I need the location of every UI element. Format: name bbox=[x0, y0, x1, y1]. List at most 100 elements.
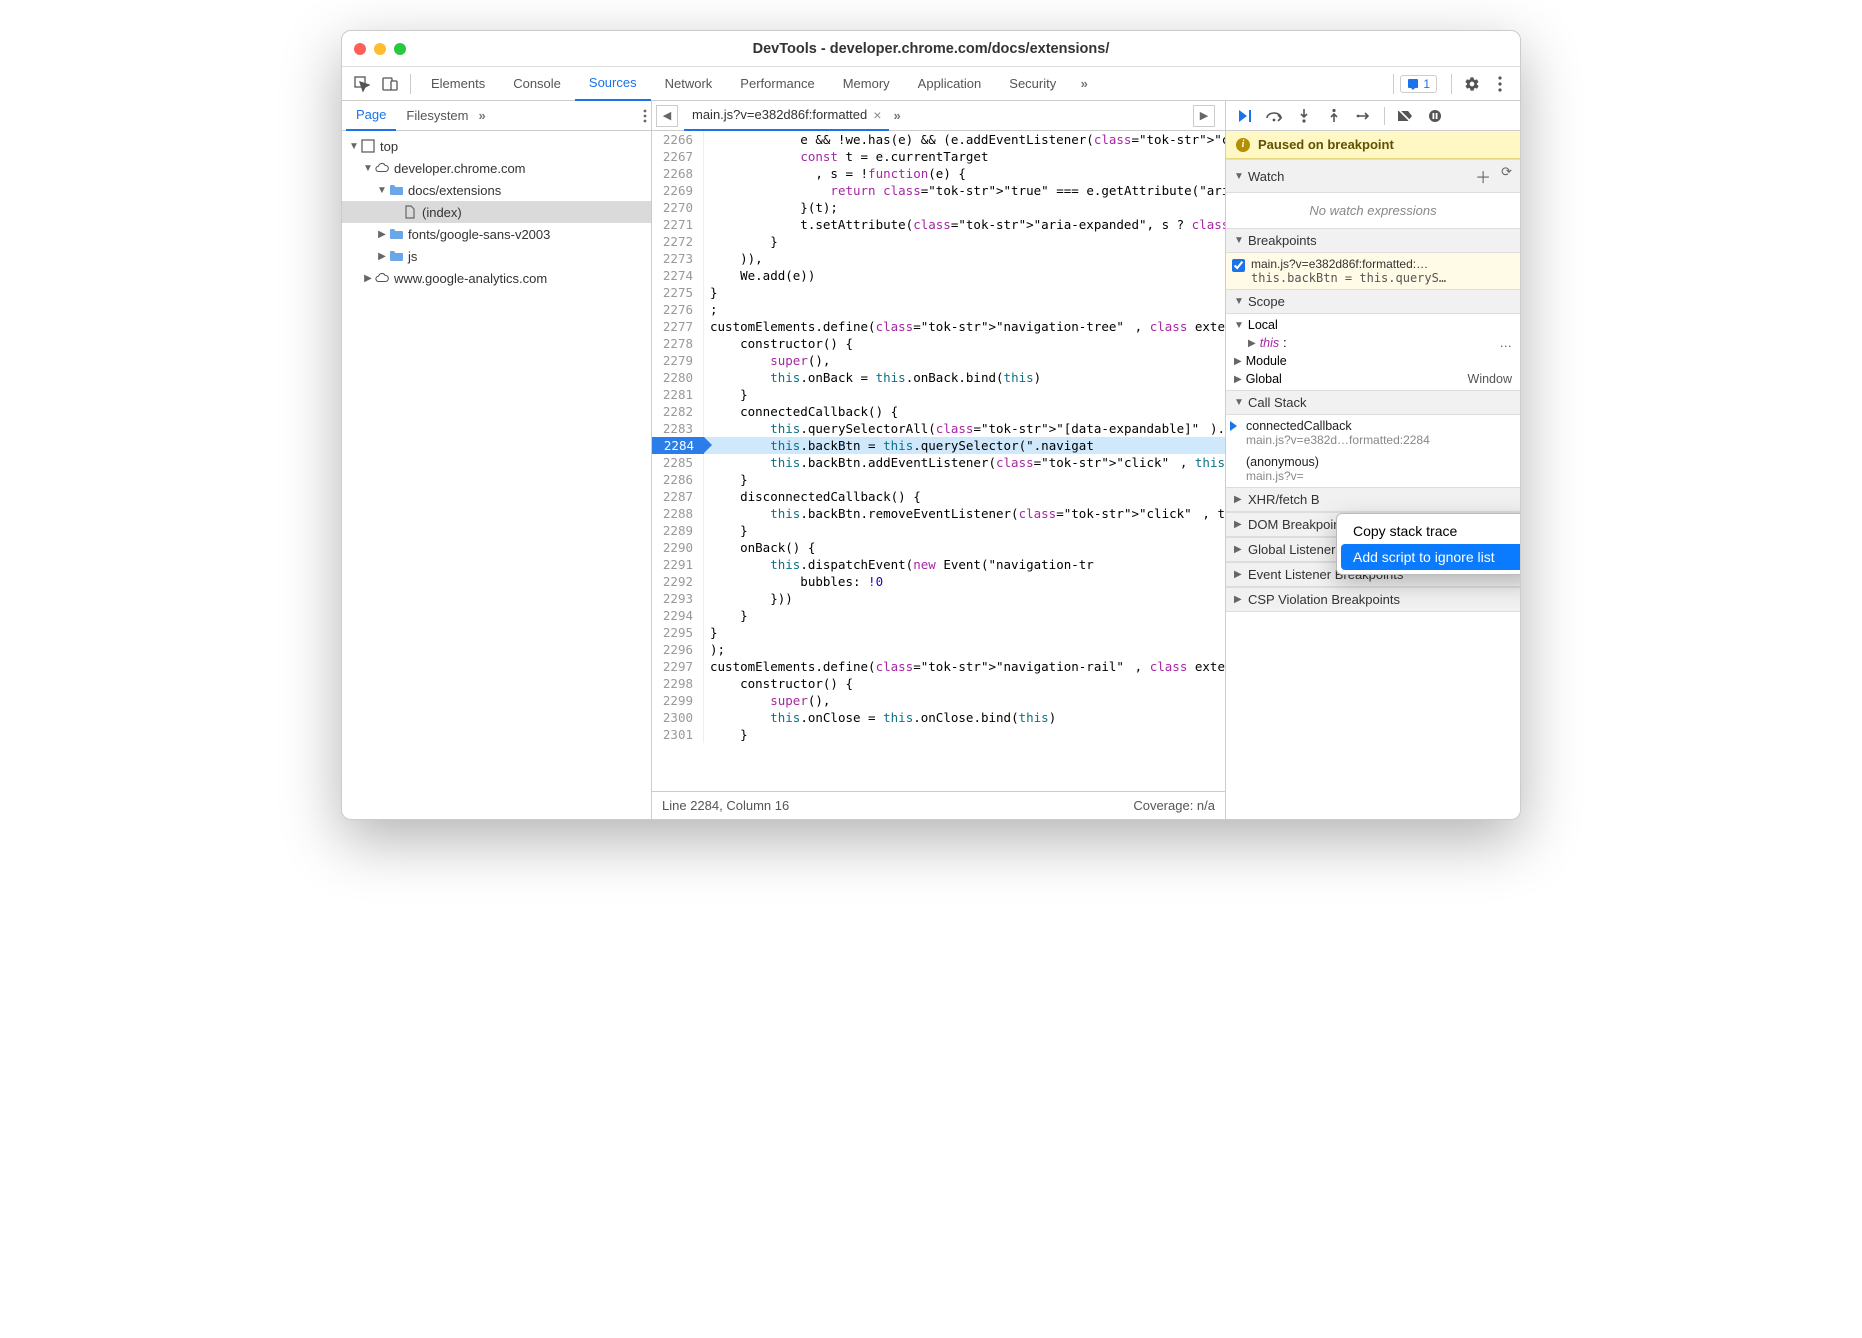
issues-icon bbox=[1407, 78, 1419, 90]
callstack-item[interactable]: (anonymous) main.js?v= bbox=[1226, 451, 1520, 487]
code-line[interactable]: 2274 We.add(e)) bbox=[652, 267, 1225, 284]
more-navigator-tabs-icon[interactable]: » bbox=[479, 108, 486, 123]
main-tab-elements[interactable]: Elements bbox=[417, 67, 499, 101]
breakpoints-header[interactable]: ▼Breakpoints bbox=[1226, 228, 1520, 253]
main-tab-security[interactable]: Security bbox=[995, 67, 1070, 101]
code-line[interactable]: 2292 bubbles: !0 bbox=[652, 573, 1225, 590]
code-line[interactable]: 2269 return class="tok-str">"true" === e… bbox=[652, 182, 1225, 199]
code-line[interactable]: 2273 )), bbox=[652, 250, 1225, 267]
xhr-header[interactable]: ▶XHR/fetch B bbox=[1226, 487, 1520, 512]
scope-local[interactable]: ▼Local bbox=[1234, 316, 1512, 334]
tree-origin-chrome[interactable]: ▼developer.chrome.com bbox=[342, 157, 651, 179]
breakpoint-checkbox[interactable] bbox=[1232, 259, 1245, 272]
code-editor[interactable]: 2266 e && !we.has(e) && (e.addEventListe… bbox=[652, 131, 1225, 791]
nav-back-icon[interactable]: ◀ bbox=[656, 105, 678, 127]
navigator-menu-icon[interactable] bbox=[643, 109, 647, 123]
scope-module[interactable]: ▶Module bbox=[1234, 352, 1512, 370]
more-tabs-icon[interactable]: » bbox=[1070, 71, 1098, 97]
nav-forward-icon[interactable]: ▶ bbox=[1193, 105, 1215, 127]
code-line[interactable]: 2270 }(t); bbox=[652, 199, 1225, 216]
code-line[interactable]: 2279 super(), bbox=[652, 352, 1225, 369]
scope-list: ▼Local ▶this:… ▶Module ▶GlobalWindow bbox=[1226, 314, 1520, 390]
code-line[interactable]: 2268 , s = !function(e) { bbox=[652, 165, 1225, 182]
main-tab-application[interactable]: Application bbox=[904, 67, 996, 101]
devtools-window: DevTools - developer.chrome.com/docs/ext… bbox=[341, 30, 1521, 820]
step-icon[interactable] bbox=[1354, 106, 1374, 126]
code-line[interactable]: 2285 this.backBtn.addEventListener(class… bbox=[652, 454, 1225, 471]
code-line[interactable]: 2267 const t = e.currentTarget bbox=[652, 148, 1225, 165]
navigator-tab-filesystem[interactable]: Filesystem bbox=[396, 101, 478, 131]
code-line[interactable]: 2289 } bbox=[652, 522, 1225, 539]
main-tab-performance[interactable]: Performance bbox=[726, 67, 828, 101]
main-tab-sources[interactable]: Sources bbox=[575, 67, 651, 101]
inspect-icon[interactable] bbox=[348, 71, 376, 97]
pause-exceptions-icon[interactable] bbox=[1425, 106, 1445, 126]
tree-folder-docs[interactable]: ▼docs/extensions bbox=[342, 179, 651, 201]
code-line[interactable]: 2299 super(), bbox=[652, 692, 1225, 709]
info-icon: i bbox=[1236, 138, 1250, 152]
deactivate-breakpoints-icon[interactable] bbox=[1395, 106, 1415, 126]
code-line[interactable]: 2294 } bbox=[652, 607, 1225, 624]
context-menu-copy-stack[interactable]: Copy stack trace bbox=[1341, 518, 1521, 544]
code-line[interactable]: 2300 this.onClose = this.onClose.bind(th… bbox=[652, 709, 1225, 726]
scope-header[interactable]: ▼Scope bbox=[1226, 289, 1520, 314]
file-tab[interactable]: main.js?v=e382d86f:formatted × bbox=[684, 101, 889, 131]
scope-this[interactable]: ▶this:… bbox=[1234, 334, 1512, 352]
tree-folder-js[interactable]: ▶js bbox=[342, 245, 651, 267]
code-line[interactable]: 2278 constructor() { bbox=[652, 335, 1225, 352]
file-tree[interactable]: ▼top ▼developer.chrome.com ▼docs/extensi… bbox=[342, 131, 651, 293]
code-line[interactable]: 2282 connectedCallback() { bbox=[652, 403, 1225, 420]
code-line[interactable]: 2301 } bbox=[652, 726, 1225, 743]
context-menu-ignore-script[interactable]: Add script to ignore list bbox=[1341, 544, 1521, 570]
main-tab-memory[interactable]: Memory bbox=[829, 67, 904, 101]
navigator-tab-page[interactable]: Page bbox=[346, 101, 396, 131]
refresh-watch-icon[interactable]: ⟳ bbox=[1501, 164, 1512, 188]
step-into-icon[interactable] bbox=[1294, 106, 1314, 126]
code-line[interactable]: 2291 this.dispatchEvent(new Event("navig… bbox=[652, 556, 1225, 573]
resume-icon[interactable] bbox=[1234, 106, 1254, 126]
main-tab-console[interactable]: Console bbox=[499, 67, 575, 101]
code-line[interactable]: 2295} bbox=[652, 624, 1225, 641]
tree-origin-analytics[interactable]: ▶www.google-analytics.com bbox=[342, 267, 651, 289]
step-out-icon[interactable] bbox=[1324, 106, 1344, 126]
code-line[interactable]: 2296); bbox=[652, 641, 1225, 658]
scope-global[interactable]: ▶GlobalWindow bbox=[1234, 370, 1512, 388]
callstack-header[interactable]: ▼Call Stack bbox=[1226, 390, 1520, 415]
code-line[interactable]: 2271 t.setAttribute(class="tok-str">"ari… bbox=[652, 216, 1225, 233]
code-line[interactable]: 2276; bbox=[652, 301, 1225, 318]
tree-folder-fonts[interactable]: ▶fonts/google-sans-v2003 bbox=[342, 223, 651, 245]
code-line[interactable]: 2284 this.backBtn = this.querySelector("… bbox=[652, 437, 1225, 454]
code-line[interactable]: 2272 } bbox=[652, 233, 1225, 250]
tree-top[interactable]: ▼top bbox=[342, 135, 651, 157]
device-toggle-icon[interactable] bbox=[376, 71, 404, 97]
watch-header[interactable]: ▼Watch＋⟳ bbox=[1226, 159, 1520, 193]
context-menu: Copy stack trace Add script to ignore li… bbox=[1336, 513, 1521, 575]
tree-file-index[interactable]: (index) bbox=[342, 201, 651, 223]
close-tab-icon[interactable]: × bbox=[873, 107, 881, 123]
settings-icon[interactable] bbox=[1458, 71, 1486, 97]
code-line[interactable]: 2283 this.querySelectorAll(class="tok-st… bbox=[652, 420, 1225, 437]
code-line[interactable]: 2277customElements.define(class="tok-str… bbox=[652, 318, 1225, 335]
issues-badge[interactable]: 1 bbox=[1400, 75, 1437, 93]
code-line[interactable]: 2293 })) bbox=[652, 590, 1225, 607]
code-line[interactable]: 2298 constructor() { bbox=[652, 675, 1225, 692]
code-line[interactable]: 2266 e && !we.has(e) && (e.addEventListe… bbox=[652, 131, 1225, 148]
code-line[interactable]: 2286 } bbox=[652, 471, 1225, 488]
more-file-tabs-icon[interactable]: » bbox=[893, 108, 900, 123]
code-line[interactable]: 2288 this.backBtn.removeEventListener(cl… bbox=[652, 505, 1225, 522]
file-icon bbox=[402, 204, 418, 220]
code-line[interactable]: 2290 onBack() { bbox=[652, 539, 1225, 556]
callstack-list: connectedCallback main.js?v=e382d…format… bbox=[1226, 415, 1520, 487]
main-tab-network[interactable]: Network bbox=[651, 67, 727, 101]
breakpoint-item[interactable]: main.js?v=e382d86f:formatted:… this.back… bbox=[1232, 257, 1514, 285]
code-line[interactable]: 2275} bbox=[652, 284, 1225, 301]
code-line[interactable]: 2287 disconnectedCallback() { bbox=[652, 488, 1225, 505]
callstack-item[interactable]: connectedCallback main.js?v=e382d…format… bbox=[1226, 415, 1520, 451]
code-line[interactable]: 2280 this.onBack = this.onBack.bind(this… bbox=[652, 369, 1225, 386]
step-over-icon[interactable] bbox=[1264, 106, 1284, 126]
csp-bp-header[interactable]: ▶CSP Violation Breakpoints bbox=[1226, 587, 1520, 612]
add-watch-icon[interactable]: ＋ bbox=[1475, 164, 1491, 188]
code-line[interactable]: 2297customElements.define(class="tok-str… bbox=[652, 658, 1225, 675]
code-line[interactable]: 2281 } bbox=[652, 386, 1225, 403]
kebab-menu-icon[interactable] bbox=[1486, 71, 1514, 97]
